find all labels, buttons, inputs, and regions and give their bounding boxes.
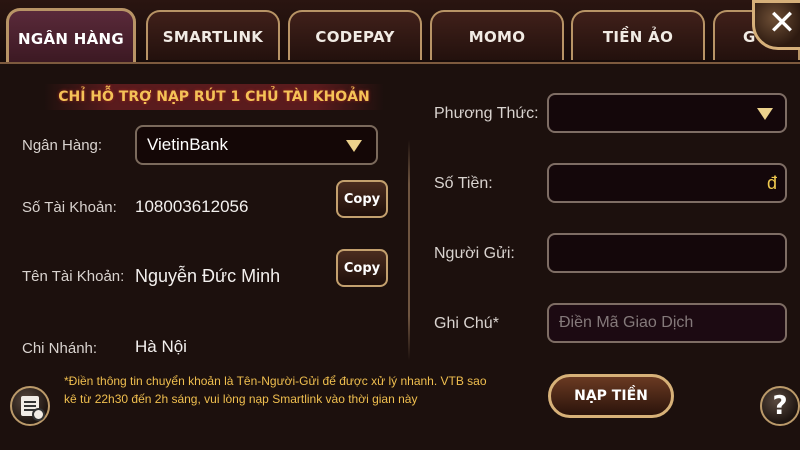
amount-input[interactable]: đ	[547, 163, 787, 203]
method-select[interactable]	[547, 93, 787, 133]
tab-momo[interactable]: MOMO	[430, 10, 564, 60]
notice-banner: CHỈ HỖ TRỢ NẠP RÚT 1 CHỦ TÀI KHOẢN	[44, 84, 384, 110]
footnote: *Điền thông tin chuyển khoản là Tên-Ngườ…	[64, 372, 544, 408]
history-icon	[21, 396, 45, 421]
tab-crypto[interactable]: TIỀN ẢO	[571, 10, 705, 60]
account-name-label: Tên Tài Khoản:	[22, 268, 125, 285]
account-name-value: Nguyễn Đức Minh	[135, 266, 281, 286]
bank-select-value: VietinBank	[147, 135, 228, 154]
tab-codepay[interactable]: CODEPAY	[288, 10, 422, 60]
tab-codepay-label: CODEPAY	[315, 28, 395, 46]
sender-label: Người Gửi:	[434, 245, 515, 262]
tab-bank-label: NGÂN HÀNG	[18, 29, 124, 48]
close-button[interactable]: ✕	[752, 0, 800, 50]
close-icon: ✕	[767, 3, 797, 43]
bank-label: Ngân Hàng:	[22, 137, 103, 154]
deposit-button-label: NẠP TIỀN	[574, 388, 648, 404]
footnote-line-2: kê từ 22h30 đến 2h sáng, vui lòng nạp Sm…	[64, 392, 418, 406]
currency-symbol: đ	[766, 173, 777, 193]
history-button[interactable]	[10, 386, 50, 426]
tab-smartlink-label: SMARTLINK	[162, 28, 264, 46]
tab-bank[interactable]: NGÂN HÀNG	[6, 8, 136, 64]
method-label: Phương Thức:	[434, 105, 539, 122]
tab-smartlink[interactable]: SMARTLINK	[146, 10, 280, 60]
copy-account-name-label: Copy	[343, 260, 381, 276]
deposit-button[interactable]: NẠP TIỀN	[548, 374, 674, 418]
note-input-placeholder: Điền Mã Giao Dịch	[559, 314, 694, 331]
sender-input[interactable]	[547, 233, 787, 273]
copy-account-number-button[interactable]: Copy	[336, 180, 388, 218]
copy-account-number-label: Copy	[343, 191, 381, 207]
tab-bar: NGÂN HÀNG SMARTLINK CODEPAY MOMO TIỀN ẢO…	[0, 0, 800, 64]
copy-account-name-button[interactable]: Copy	[336, 249, 388, 287]
amount-label: Số Tiền:	[434, 175, 493, 192]
branch-value: Hà Nội	[135, 337, 187, 356]
help-icon: ?	[772, 391, 788, 421]
note-label: Ghi Chú*	[434, 315, 499, 332]
tab-momo-label: MOMO	[468, 28, 526, 46]
help-button[interactable]: ?	[760, 386, 800, 426]
footnote-line-1: *Điền thông tin chuyển khoản là Tên-Ngườ…	[64, 374, 487, 388]
bank-select[interactable]: VietinBank	[135, 125, 378, 165]
column-divider	[408, 140, 410, 360]
account-number-value: 108003612056	[135, 197, 249, 216]
tab-crypto-label: TIỀN ẢO	[602, 28, 674, 46]
note-input[interactable]: Điền Mã Giao Dịch	[547, 303, 787, 343]
chevron-down-icon	[757, 108, 773, 120]
account-number-label: Số Tài Khoản:	[22, 199, 117, 216]
branch-label: Chi Nhánh:	[22, 340, 98, 357]
chevron-down-icon	[346, 140, 362, 152]
